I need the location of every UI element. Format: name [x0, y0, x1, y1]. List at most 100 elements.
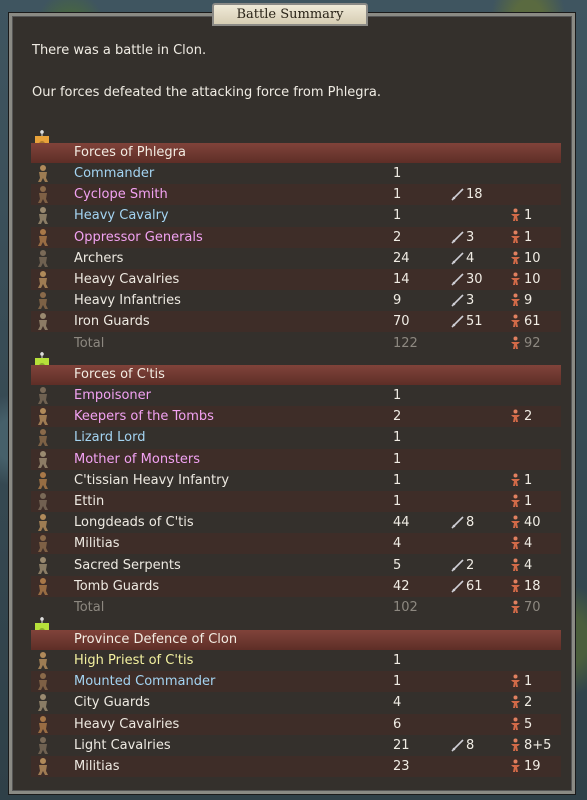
unit-count: 1 [393, 451, 402, 467]
group-header: Forces of Phlegra [31, 143, 561, 163]
fallen-soldier-icon [509, 759, 522, 780]
unit-row[interactable]: Mounted Commander 1 1 [31, 671, 561, 693]
unit-name: Empoisoner [74, 388, 152, 403]
unit-count: 1 [393, 187, 402, 203]
unit-name: Tomb Guards [74, 578, 160, 594]
unit-count: 2 [393, 409, 402, 425]
unit-row[interactable]: Archers 24 4 10 [31, 248, 561, 269]
unit-name: Mounted Commander [74, 674, 216, 690]
unit-count: 9 [393, 293, 402, 309]
unit-row[interactable]: Militias 4 4 [31, 533, 561, 555]
unit-portrait-icon [35, 492, 51, 511]
unit-count: 4 [393, 536, 402, 552]
unit-row[interactable]: Empoisoner 1 [31, 385, 561, 406]
unit-portrait-icon [35, 651, 51, 670]
unit-count: 42 [393, 578, 410, 594]
unit-count: 5 [393, 557, 402, 573]
unit-count: 1 [393, 674, 402, 690]
unit-row[interactable]: Cyclope Smith 1 18 [31, 184, 561, 206]
battle-summary-panel: There was a battle in Clon. Our forces d… [9, 13, 575, 794]
unit-name: Heavy Cavalries [74, 272, 180, 287]
total-row: Total 122 92 [31, 333, 561, 354]
unit-portrait-icon [35, 672, 51, 691]
unit-portrait-icon [35, 291, 51, 310]
unit-row[interactable]: Militias 23 19 [31, 756, 561, 777]
unit-count: 1 [393, 494, 402, 509]
unit-count: 1 [393, 388, 402, 403]
unit-row[interactable]: Iron Guards 70 51 61 [31, 311, 561, 333]
unit-name: Militias [74, 536, 120, 552]
fallen-soldier-icon [509, 336, 522, 357]
unit-portrait-icon [35, 715, 51, 734]
unit-name: Militias [74, 759, 120, 774]
unit-name: City Guards [74, 695, 151, 711]
unit-row[interactable]: Commander 1 [31, 163, 561, 184]
unit-row[interactable]: City Guards 4 2 [31, 692, 561, 713]
unit-row[interactable]: Ettin 1 1 [31, 491, 561, 512]
unit-portrait-icon [35, 757, 51, 776]
unit-portrait-icon [35, 534, 51, 553]
window-title: Battle Summary [212, 3, 368, 26]
unit-portrait-icon [35, 556, 51, 575]
unit-portrait-icon [35, 428, 51, 447]
unit-name: Longdeads of C'tis [74, 515, 194, 531]
unit-row[interactable]: Light Cavalries 21 8 8+5 [31, 735, 561, 756]
unit-portrait-icon [35, 577, 51, 596]
unit-row[interactable]: Oppressor Generals 2 3 1 [31, 226, 561, 248]
unit-row[interactable]: Heavy Infantries 9 3 9 [31, 290, 561, 311]
unit-row[interactable]: Tomb Guards 42 61 18 [31, 575, 561, 597]
unit-row[interactable]: C'tissian Heavy Infantry 1 1 [31, 470, 561, 491]
unit-portrait-icon [35, 164, 51, 183]
unit-count: 1 [393, 653, 402, 668]
unit-name: C'tissian Heavy Infantry [74, 472, 230, 488]
total-label: Total [74, 335, 105, 351]
unit-row[interactable]: Sacred Serpents 5 2 4 [31, 555, 561, 576]
unit-name: Lizard Lord [74, 430, 146, 446]
unit-portrait-icon [35, 693, 51, 712]
unit-row[interactable]: Keepers of the Tombs 2 2 [31, 406, 561, 428]
unit-row[interactable]: High Priest of C'tis 1 [31, 650, 561, 671]
unit-portrait-icon [35, 270, 51, 289]
unit-count: 1 [393, 430, 402, 446]
total-row: Total 102 70 [31, 597, 561, 618]
total-label: Total [74, 600, 105, 615]
unit-row[interactable]: Heavy Cavalries 6 5 [31, 713, 561, 735]
unit-count: 44 [393, 515, 410, 531]
unit-count: 1 [393, 208, 402, 224]
unit-count: 1 [393, 166, 402, 181]
unit-name: Sacred Serpents [74, 557, 181, 573]
unit-portrait-icon [35, 450, 51, 469]
unit-row[interactable]: Lizard Lord 1 [31, 427, 561, 448]
unit-row[interactable]: Heavy Cavalries 14 30 10 [31, 269, 561, 290]
unit-name: Mother of Monsters [74, 451, 201, 467]
unit-name: Commander [74, 166, 155, 181]
unit-row[interactable]: Heavy Cavalry 1 1 [31, 205, 561, 226]
unit-count: 23 [393, 759, 410, 774]
unit-portrait-icon [35, 386, 51, 405]
unit-portrait-icon [35, 471, 51, 490]
group-header: Province Defence of Clon [31, 630, 561, 650]
unit-row[interactable]: Longdeads of C'tis 44 8 40 [31, 512, 561, 533]
losses-value: 70 [509, 597, 541, 621]
unit-count: 21 [393, 737, 410, 753]
unit-name: Keepers of the Tombs [74, 409, 214, 425]
unit-portrait-icon [35, 185, 51, 204]
unit-name: Ettin [74, 494, 105, 509]
unit-portrait-icon [35, 206, 51, 225]
unit-portrait-icon [35, 249, 51, 268]
unit-count: 122 [393, 335, 418, 351]
unit-name: Heavy Cavalries [74, 716, 180, 732]
unit-name: Light Cavalries [74, 737, 171, 753]
unit-name: Heavy Infantries [74, 293, 181, 309]
unit-row[interactable]: Mother of Monsters 1 [31, 448, 561, 470]
group-header: Forces of C'tis [31, 365, 561, 385]
unit-portrait-icon [35, 312, 51, 331]
unit-count: 2 [393, 229, 402, 245]
unit-count: 6 [393, 716, 402, 732]
unit-name: Cyclope Smith [74, 187, 168, 203]
unit-count: 102 [393, 600, 418, 615]
unit-portrait-icon [35, 736, 51, 755]
unit-portrait-icon [35, 228, 51, 247]
unit-name: Heavy Cavalry [74, 208, 169, 224]
unit-count: 14 [393, 272, 410, 287]
